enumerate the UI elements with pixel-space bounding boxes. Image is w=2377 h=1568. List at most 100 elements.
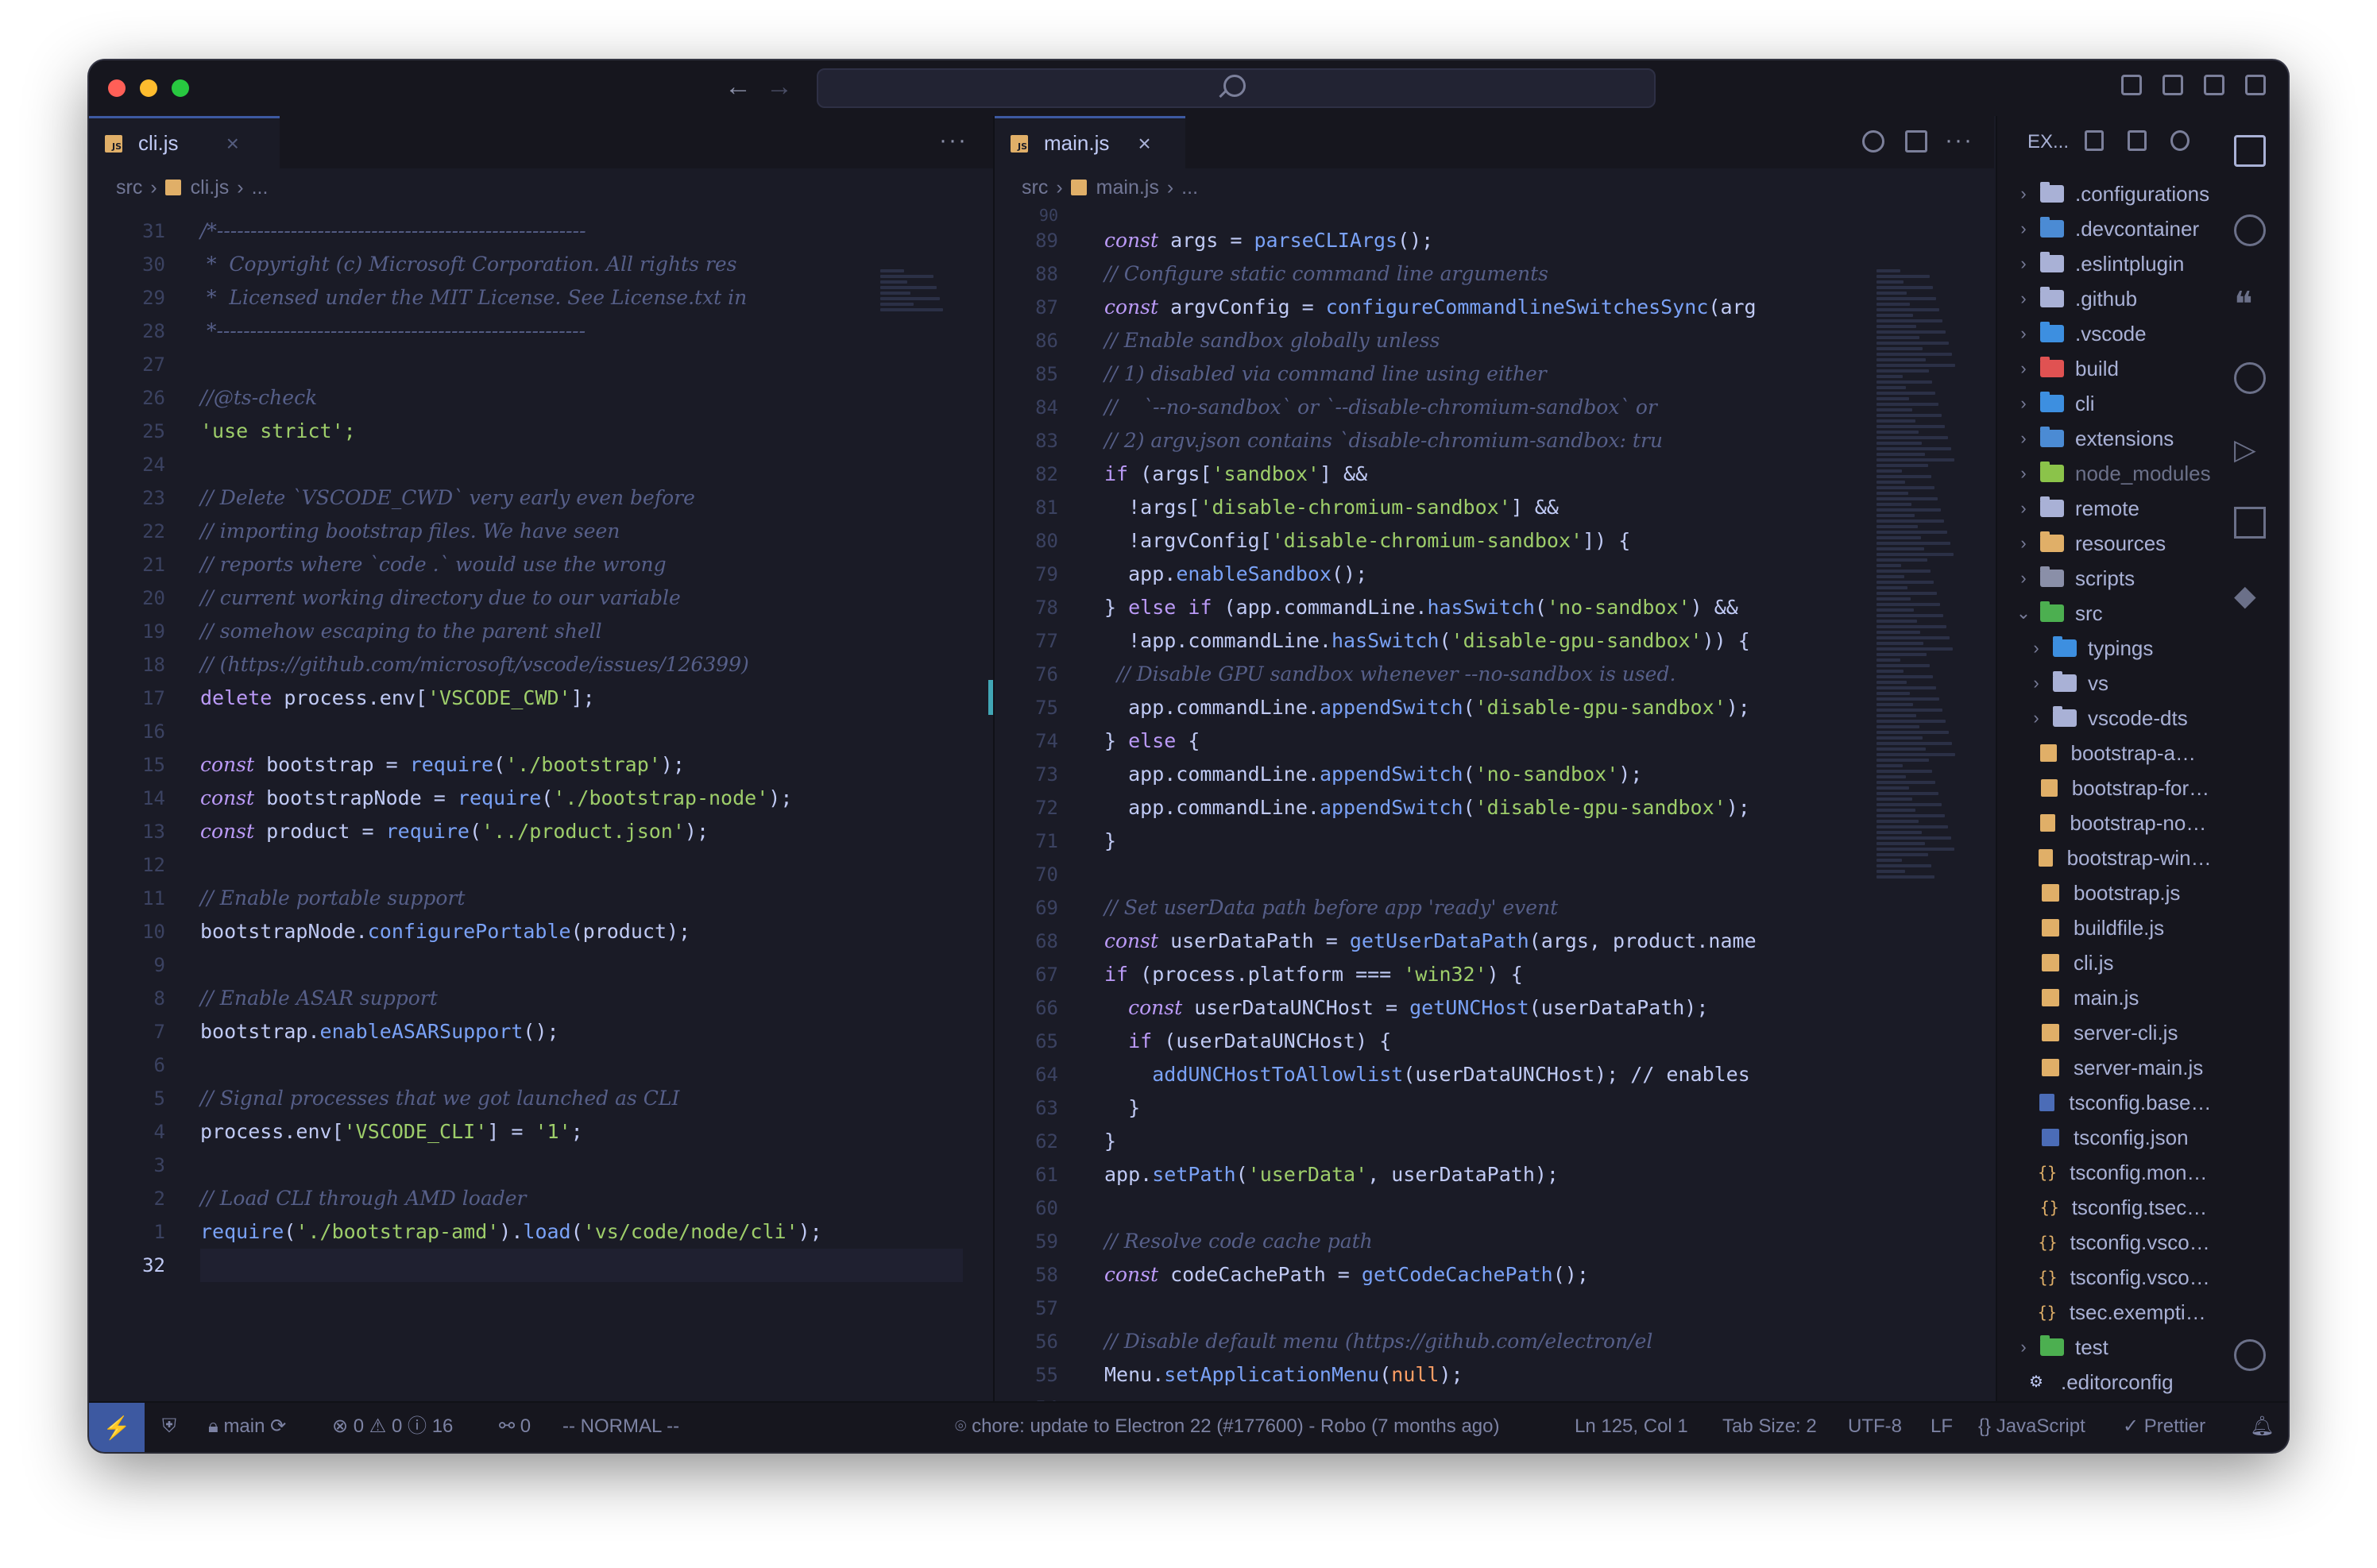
tree-item-vs[interactable]: › vs xyxy=(1997,666,2212,701)
tree-item-typings[interactable]: › typings xyxy=(1997,631,2212,666)
minimap-line xyxy=(1876,781,1935,784)
tree-item-label: bootstrap-fork.js xyxy=(2071,775,2212,800)
tree-item-tsconfig-monaco-js[interactable]: {} tsconfig.monaco.js... xyxy=(1997,1155,2212,1190)
tsconfig-file-icon xyxy=(2042,1129,2059,1146)
tree-item-label: tsconfig.vscode-dt... xyxy=(2070,1230,2212,1254)
tree-item-test[interactable]: › test xyxy=(1997,1330,2212,1365)
notifications-bell-icon[interactable]: 🔔︎ xyxy=(2250,1403,2274,1452)
code-line: 8 // Enable ASAR support xyxy=(89,982,993,1015)
tree-item-buildfile-js[interactable]: buildfile.js xyxy=(1997,910,2212,945)
language-mode[interactable]: {} JavaScript xyxy=(1978,1403,2085,1452)
customize-layout-icon[interactable] xyxy=(2245,75,2266,95)
breadcrumb-folder[interactable]: src xyxy=(1022,176,1048,199)
tree-item-eslintplugin[interactable]: › .eslintplugin xyxy=(1997,246,2212,281)
toggle-secondary-sidebar-icon[interactable] xyxy=(2204,75,2224,95)
tree-item-cli[interactable]: › cli xyxy=(1997,386,2212,421)
code-editor-left[interactable]: 31/*------------------------------------… xyxy=(89,214,993,1403)
explorer-icon[interactable] xyxy=(2234,135,2266,167)
tree-item-cli-js[interactable]: cli.js xyxy=(1997,945,2212,980)
git-blame[interactable]: ⌾ chore: update to Electron 22 (#177600)… xyxy=(955,1403,1499,1452)
breadcrumb-symbol[interactable]: ... xyxy=(1181,176,1198,199)
problems-indicator[interactable]: ⊗ 0 ⚠ 0 ⓘ 16 xyxy=(332,1403,453,1452)
breadcrumb-file[interactable]: cli.js xyxy=(191,176,230,199)
minimap-right[interactable] xyxy=(1876,267,1972,1403)
close-tab-icon[interactable]: × xyxy=(1138,131,1150,156)
tree-item-tsconfig-tsec-json[interactable]: {} tsconfig.tsec.json xyxy=(1997,1190,2212,1225)
forward-arrow-icon[interactable]: → xyxy=(766,73,793,100)
tree-item-tsconfig-base-json[interactable]: tsconfig.base.json xyxy=(1997,1085,2212,1120)
tree-item-configurations[interactable]: › .configurations xyxy=(1997,176,2212,211)
extensions-icon[interactable] xyxy=(2234,507,2266,539)
split-editor-icon[interactable] xyxy=(1905,130,1927,153)
tree-item-vscode[interactable]: › .vscode xyxy=(1997,316,2212,351)
cursor-position[interactable]: Ln 125, Col 1 xyxy=(1575,1403,1688,1452)
tab-main-js[interactable]: JS main.js × xyxy=(995,116,1185,168)
source-control-icon[interactable] xyxy=(2234,214,2266,246)
minimap-left[interactable] xyxy=(880,267,976,1403)
breadcrumb-symbol[interactable]: ... xyxy=(252,176,269,199)
tab-cli-js[interactable]: JS cli.js × xyxy=(89,116,280,168)
run-debug-icon[interactable]: ▷ xyxy=(2234,434,2266,465)
tree-item-tsconfig-vscode-dt[interactable]: {} tsconfig.vscode-dt... xyxy=(1997,1225,2212,1260)
tree-item-scripts[interactable]: › scripts xyxy=(1997,561,2212,596)
tab-size[interactable]: Tab Size: 2 xyxy=(1722,1403,1817,1452)
quote-icon[interactable]: ❝ xyxy=(2234,288,2266,322)
tree-item-vscode-dts[interactable]: › vscode-dts xyxy=(1997,701,2212,736)
shield-icon[interactable]: ⛨ xyxy=(162,1403,176,1452)
branch-indicator[interactable]: 🔒︎ main ⟳ xyxy=(208,1403,286,1452)
toggle-primary-sidebar-icon[interactable] xyxy=(2121,75,2142,95)
tree-item-remote[interactable]: › remote xyxy=(1997,491,2212,526)
tree-item-github[interactable]: › .github xyxy=(1997,281,2212,316)
breadcrumb-file[interactable]: main.js xyxy=(1096,176,1159,199)
search-icon[interactable] xyxy=(2234,362,2266,394)
timeline-history-icon[interactable] xyxy=(1862,130,1884,153)
tree-item-server-main-js[interactable]: server-main.js xyxy=(1997,1050,2212,1085)
tree-item-bootstrap-amd-js[interactable]: bootstrap-amd.js xyxy=(1997,736,2212,770)
tree-item-bootstrap-fork-js[interactable]: bootstrap-fork.js xyxy=(1997,770,2212,805)
tree-item-bootstrap-node-js[interactable]: bootstrap-node.js xyxy=(1997,805,2212,840)
more-actions-icon[interactable]: ··· xyxy=(1945,127,1973,154)
back-arrow-icon[interactable]: ← xyxy=(725,73,752,100)
remote-indicator-icon[interactable]: ⚡ xyxy=(89,1403,145,1452)
close-tab-icon[interactable]: × xyxy=(226,131,239,156)
new-folder-icon[interactable] xyxy=(2128,130,2147,151)
tree-item-extensions[interactable]: › extensions xyxy=(1997,421,2212,456)
warning-count: 0 xyxy=(392,1415,403,1437)
line-number: 58 xyxy=(1035,1264,1058,1286)
refresh-icon[interactable] xyxy=(2170,130,2190,151)
tree-item-server-cli-js[interactable]: server-cli.js xyxy=(1997,1015,2212,1050)
more-actions-icon[interactable]: ··· xyxy=(939,127,968,154)
tree-item-resources[interactable]: › resources xyxy=(1997,526,2212,561)
encoding[interactable]: UTF-8 xyxy=(1848,1403,1902,1452)
code-line: 63 } xyxy=(995,1091,1994,1125)
tree-item-bootstrap-js[interactable]: bootstrap.js xyxy=(1997,875,2212,910)
code-line: 65 if (userDataUNCHost) { xyxy=(995,1025,1994,1058)
minimize-window-button[interactable] xyxy=(140,79,157,97)
code-editor-right[interactable]: 90 89 const args = parseCLIArgs(); 88 // Co… xyxy=(995,203,1994,1403)
command-center-search[interactable] xyxy=(817,68,1656,108)
tree-item-devcontainer[interactable]: › .devcontainer xyxy=(1997,211,2212,246)
tree-item-tsconfig-vscode-pr[interactable]: {} tsconfig.vscode-pr... xyxy=(1997,1260,2212,1295)
close-window-button[interactable] xyxy=(108,79,126,97)
zoom-window-button[interactable] xyxy=(172,79,189,97)
tree-item-editorconfig[interactable]: ⚙ .editorconfig xyxy=(1997,1365,2212,1400)
breadcrumb-folder[interactable]: src xyxy=(116,176,142,199)
tree-item-tsconfig-json[interactable]: tsconfig.json xyxy=(1997,1120,2212,1155)
toggle-panel-icon[interactable] xyxy=(2162,75,2183,95)
docker-icon[interactable]: ◆ xyxy=(2234,580,2266,612)
tree-item-tsec-exemptions-json[interactable]: {} tsec.exemptions.json xyxy=(1997,1295,2212,1330)
new-file-icon[interactable] xyxy=(2085,130,2104,151)
tree-item-bootstrap-window-js[interactable]: bootstrap-window.js xyxy=(1997,840,2212,875)
formatter[interactable]: ✓ Prettier xyxy=(2123,1403,2205,1452)
account-icon[interactable] xyxy=(2234,1339,2266,1371)
code-line: 73 app.commandLine.appendSwitch('no-sand… xyxy=(995,758,1994,791)
code-line: 60 xyxy=(995,1191,1994,1225)
tree-item-node-modules[interactable]: › node_modules xyxy=(1997,456,2212,491)
code-line: 71} xyxy=(995,825,1994,858)
tree-item-main-js[interactable]: main.js xyxy=(1997,980,2212,1015)
end-of-line[interactable]: LF xyxy=(1931,1403,1953,1452)
tree-item-src[interactable]: ⌄ src xyxy=(1997,596,2212,631)
ports-indicator[interactable]: ⚯ 0 xyxy=(499,1403,531,1452)
minimap-line xyxy=(1876,653,1927,656)
tree-item-build[interactable]: › build xyxy=(1997,351,2212,386)
